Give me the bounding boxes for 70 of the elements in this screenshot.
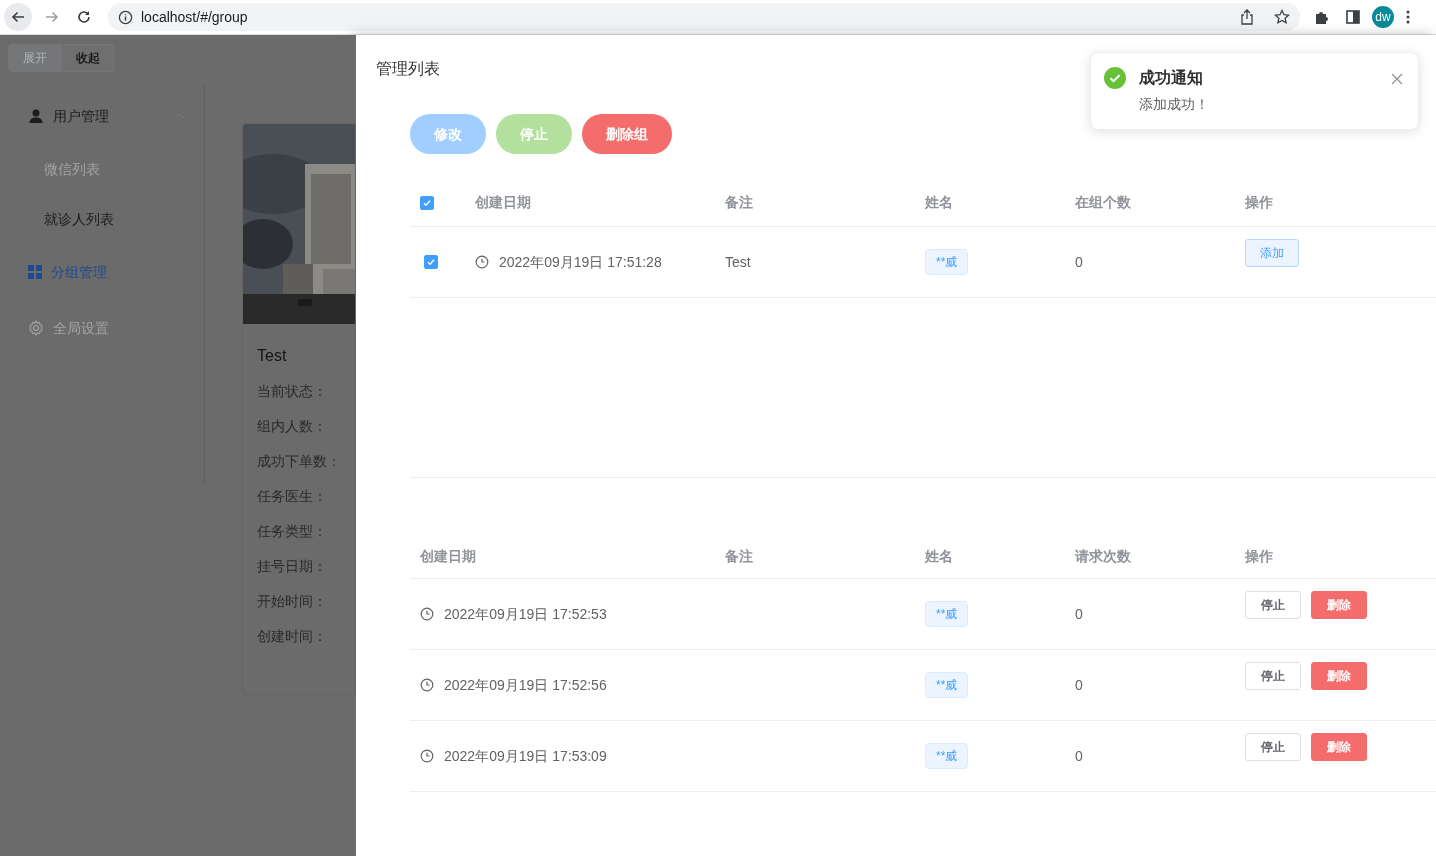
- field-label: 任务类型：: [257, 522, 328, 541]
- user-icon: [28, 108, 44, 124]
- clock-icon: [420, 678, 434, 692]
- table-cell-text: Test: [725, 252, 751, 272]
- profile-avatar[interactable]: dw: [1372, 6, 1394, 28]
- settings-icon: [28, 320, 44, 336]
- field-label: 开始时间：: [257, 592, 328, 611]
- name-tag: **威: [925, 249, 969, 275]
- info-icon[interactable]: [118, 9, 133, 25]
- toggle-button[interactable]: 收起: [61, 44, 114, 72]
- star-icon[interactable]: [1274, 9, 1290, 25]
- table-cell-text: 0: [1075, 604, 1083, 624]
- field-label: 组内人数：: [257, 417, 328, 436]
- clock-icon: [420, 749, 434, 763]
- date-text: 2022年09月19日 17:53:09: [444, 746, 607, 766]
- checkbox[interactable]: [424, 255, 438, 269]
- url-text: localhost/#/group: [141, 7, 248, 27]
- address-bar[interactable]: localhost/#/group: [108, 3, 1300, 31]
- field-label: 挂号日期：: [257, 557, 328, 576]
- more-icon[interactable]: [1406, 10, 1410, 24]
- date-text: 2022年09月19日 17:52:56: [444, 675, 607, 695]
- field-label: 当前状态：: [257, 382, 328, 401]
- action-button[interactable]: 删除组: [582, 114, 672, 154]
- menu-item[interactable]: 分组管理: [0, 244, 204, 300]
- submenu-item[interactable]: 就诊人列表: [0, 194, 204, 244]
- column-header: 创建日期: [419, 547, 476, 566]
- add-button[interactable]: 添加: [1245, 239, 1299, 267]
- clock-icon: [420, 607, 434, 621]
- table-cell-text: 0: [1075, 746, 1083, 766]
- name-tag: **威: [925, 743, 969, 769]
- column-header: 请求次数: [1075, 547, 1131, 566]
- date-text: 2022年09月19日 17:52:53: [444, 604, 607, 624]
- delete-button[interactable]: 删除: [1311, 591, 1367, 619]
- column-header: 备注: [725, 193, 753, 212]
- column-header: 创建日期: [475, 193, 531, 212]
- toast-message: 添加成功！: [1139, 95, 1210, 114]
- stop-button[interactable]: 停止: [1245, 591, 1301, 619]
- drawer-title: 管理列表: [376, 59, 440, 79]
- stop-button[interactable]: 停止: [1245, 733, 1301, 761]
- back-icon[interactable]: [4, 3, 32, 31]
- column-header: 备注: [725, 547, 753, 566]
- field-label: 任务医生：: [257, 487, 328, 506]
- toast-title: 成功通知: [1139, 68, 1204, 88]
- table-cell-text: 0: [1075, 252, 1083, 272]
- menu-item[interactable]: 用户管理: [0, 88, 204, 144]
- puzzle-icon[interactable]: [1314, 9, 1330, 25]
- grid-icon: [28, 265, 42, 279]
- table-cell-text: 0: [1075, 675, 1083, 695]
- column-header: 姓名: [925, 547, 953, 566]
- checkbox[interactable]: [420, 195, 434, 210]
- delete-button[interactable]: 删除: [1311, 733, 1367, 761]
- date-text: 2022年09月19日 17:51:28: [499, 252, 662, 272]
- column-header: 操作: [1245, 547, 1273, 566]
- name-tag: **威: [925, 672, 969, 698]
- close-icon[interactable]: [1391, 73, 1403, 85]
- column-header: 姓名: [925, 193, 953, 212]
- column-header: 在组个数: [1075, 193, 1131, 212]
- column-header: 操作: [1245, 193, 1273, 212]
- sidepanel-icon[interactable]: [1346, 10, 1360, 24]
- check-icon: [422, 197, 432, 208]
- stop-button[interactable]: 停止: [1245, 662, 1301, 690]
- field-label: 成功下单数：: [257, 452, 342, 471]
- clock-icon: [475, 255, 489, 269]
- check-icon: [426, 257, 436, 267]
- success-icon: [1104, 67, 1126, 89]
- share-icon[interactable]: [1240, 9, 1254, 25]
- name-tag: **威: [925, 601, 969, 627]
- delete-button[interactable]: 删除: [1311, 662, 1367, 690]
- card-title: Test: [257, 346, 288, 366]
- field-label: 创建时间：: [257, 627, 328, 646]
